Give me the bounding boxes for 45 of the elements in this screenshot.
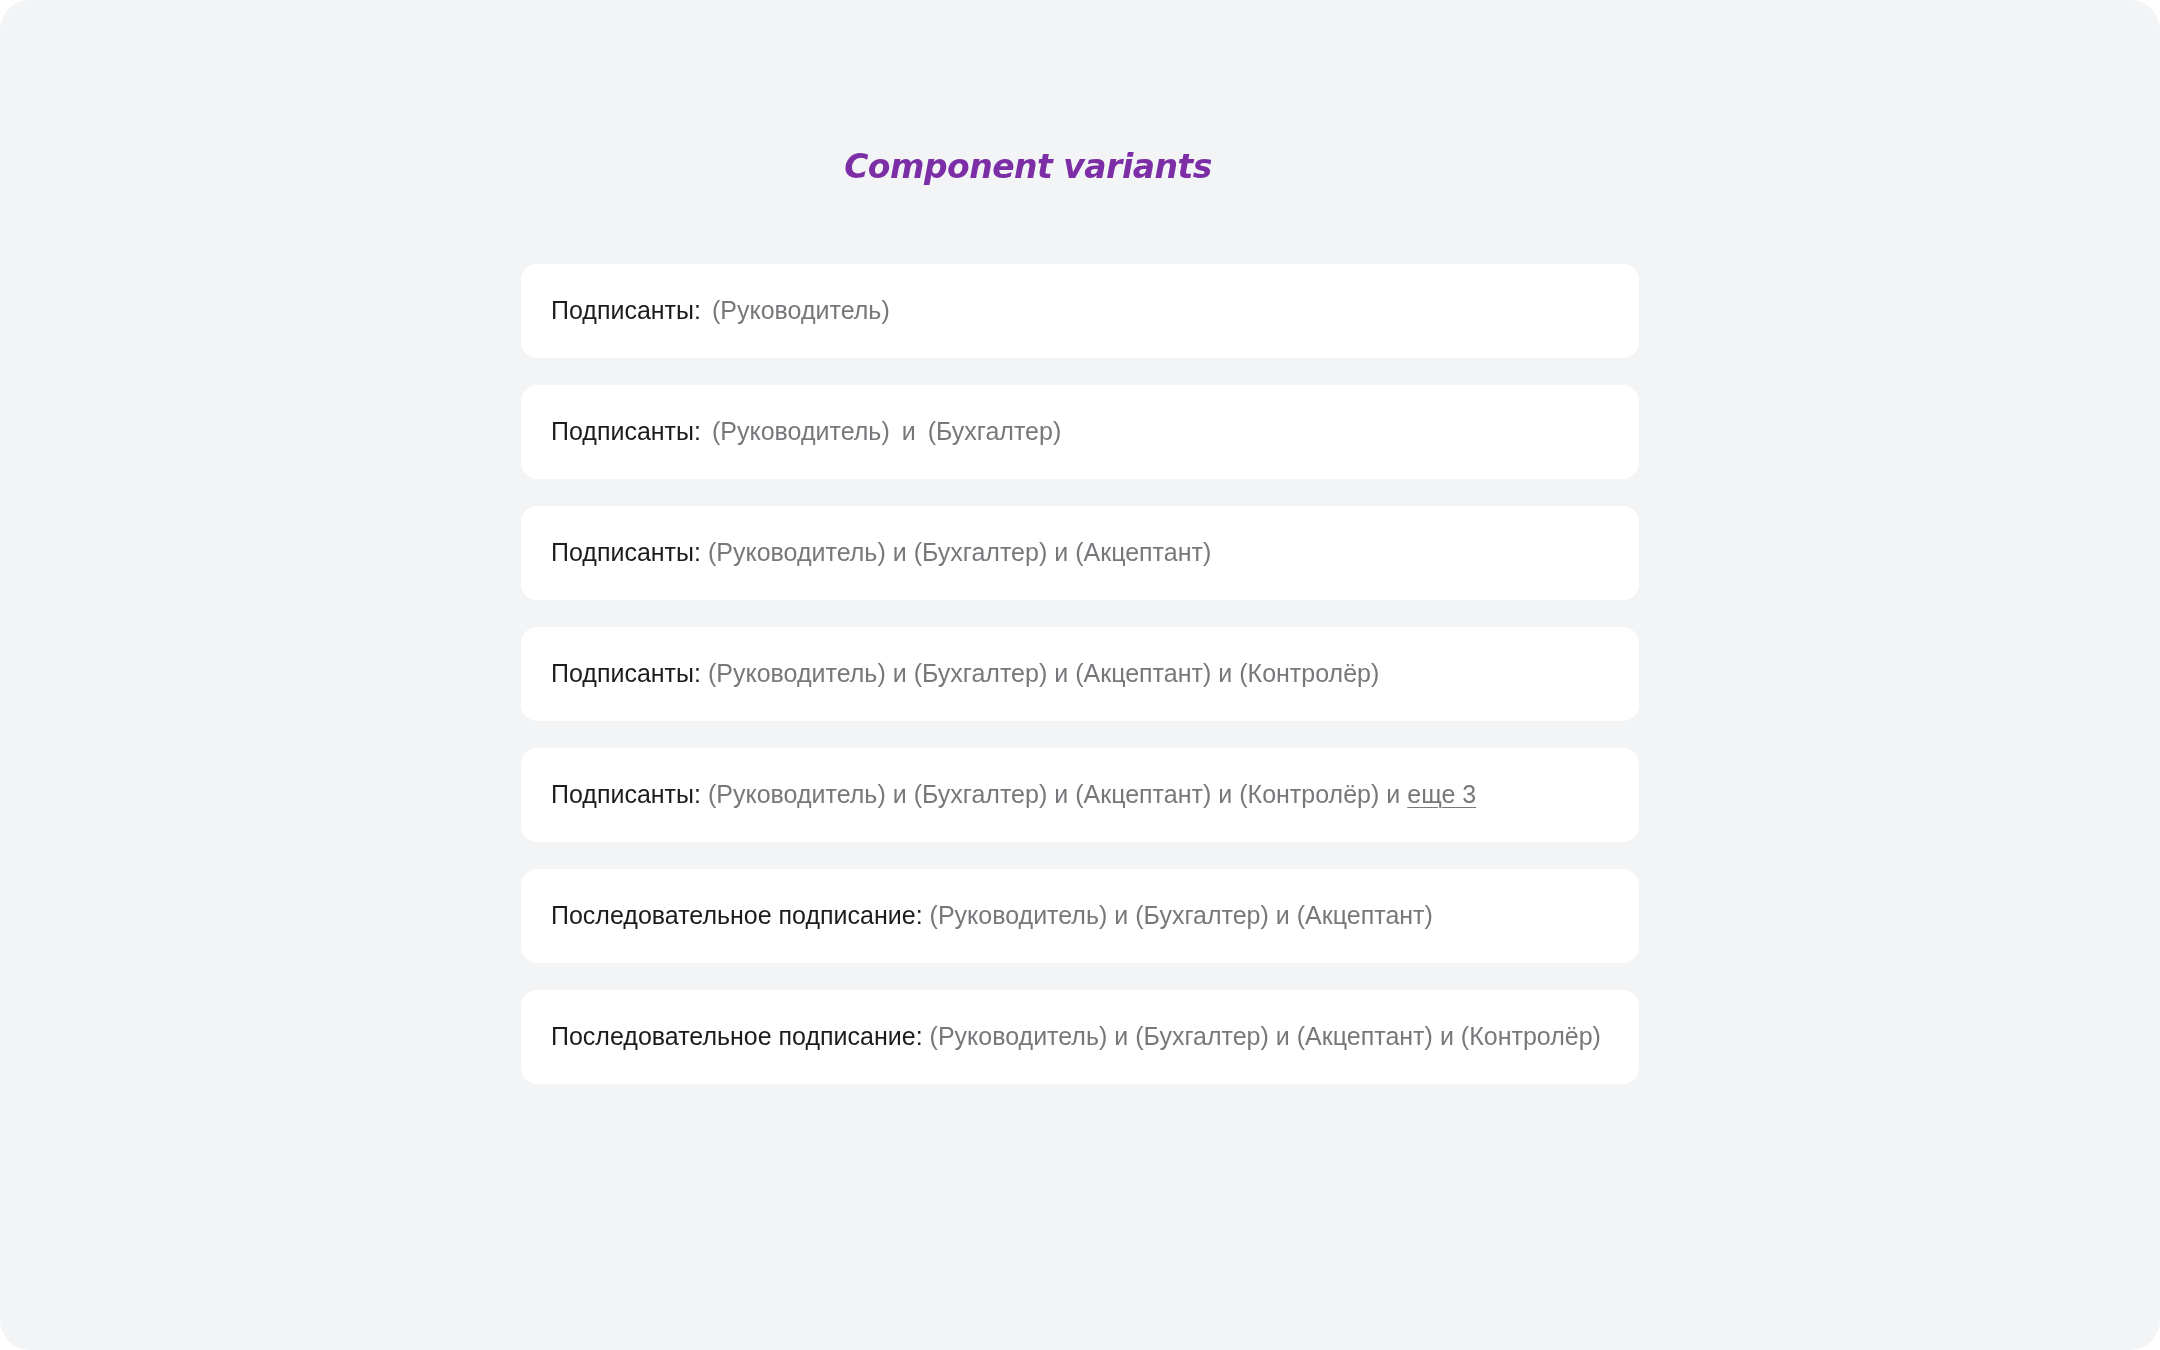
signers-label: Последовательное подписание: bbox=[551, 1021, 923, 1053]
signer-role: (Акцептант) bbox=[1075, 779, 1212, 811]
signers-label: Подписанты: bbox=[551, 537, 701, 569]
conjunction-text: и bbox=[892, 537, 907, 569]
signer-role: (Акцептант) bbox=[1075, 537, 1212, 569]
signer-role: (Бухгалтер) bbox=[1135, 1021, 1269, 1053]
conjunction-text: и bbox=[1439, 1021, 1454, 1053]
signer-role: (Бухгалтер) bbox=[927, 416, 1062, 448]
signer-role: (Руководитель) bbox=[708, 537, 886, 569]
conjunction-text: и bbox=[901, 416, 916, 448]
signer-role: (Бухгалтер) bbox=[913, 658, 1048, 690]
signer-role: (Руководитель) bbox=[708, 779, 886, 811]
signer-role: (Бухгалтер) bbox=[1135, 900, 1269, 932]
signer-role: (Руководитель) bbox=[712, 295, 890, 327]
signer-role: (Контролёр) bbox=[1460, 1021, 1601, 1053]
signers-label: Подписанты: bbox=[551, 416, 701, 448]
signers-label: Подписанты: bbox=[551, 779, 701, 811]
signer-role: (Руководитель) bbox=[708, 658, 886, 690]
conjunction-text: и bbox=[1114, 1021, 1129, 1053]
signers-label: Подписанты: bbox=[551, 658, 701, 690]
conjunction-text: и bbox=[892, 779, 907, 811]
conjunction-text: и bbox=[1054, 658, 1069, 690]
conjunction-text: и bbox=[1386, 779, 1401, 811]
conjunction-text: и bbox=[892, 658, 907, 690]
signers-label: Последовательное подписание: bbox=[551, 900, 923, 932]
conjunction-text: и bbox=[1054, 537, 1069, 569]
signer-role: (Бухгалтер) bbox=[913, 779, 1048, 811]
signer-role: (Бухгалтер) bbox=[913, 537, 1048, 569]
signer-role: (Руководитель) bbox=[929, 900, 1108, 932]
conjunction-text: и bbox=[1218, 658, 1233, 690]
signer-role: (Руководитель) bbox=[712, 416, 890, 448]
signer-role: (Акцептант) bbox=[1075, 658, 1212, 690]
signer-role: (Акцептант) bbox=[1296, 900, 1433, 932]
signer-role: (Акцептант) bbox=[1296, 1021, 1433, 1053]
conjunction-text: и bbox=[1054, 779, 1069, 811]
signer-role: (Контролёр) bbox=[1239, 779, 1380, 811]
conjunction-text: и bbox=[1275, 900, 1290, 932]
conjunction-text: и bbox=[1275, 1021, 1290, 1053]
conjunction-text: и bbox=[1218, 779, 1233, 811]
signers-label: Подписанты: bbox=[551, 295, 701, 327]
signer-role: (Контролёр) bbox=[1239, 658, 1380, 690]
conjunction-text: и bbox=[1114, 900, 1129, 932]
signer-role: (Руководитель) bbox=[929, 1021, 1108, 1053]
show-more-link[interactable]: еще 3 bbox=[1407, 776, 1477, 814]
page-title: Component variants bbox=[844, 146, 1212, 188]
